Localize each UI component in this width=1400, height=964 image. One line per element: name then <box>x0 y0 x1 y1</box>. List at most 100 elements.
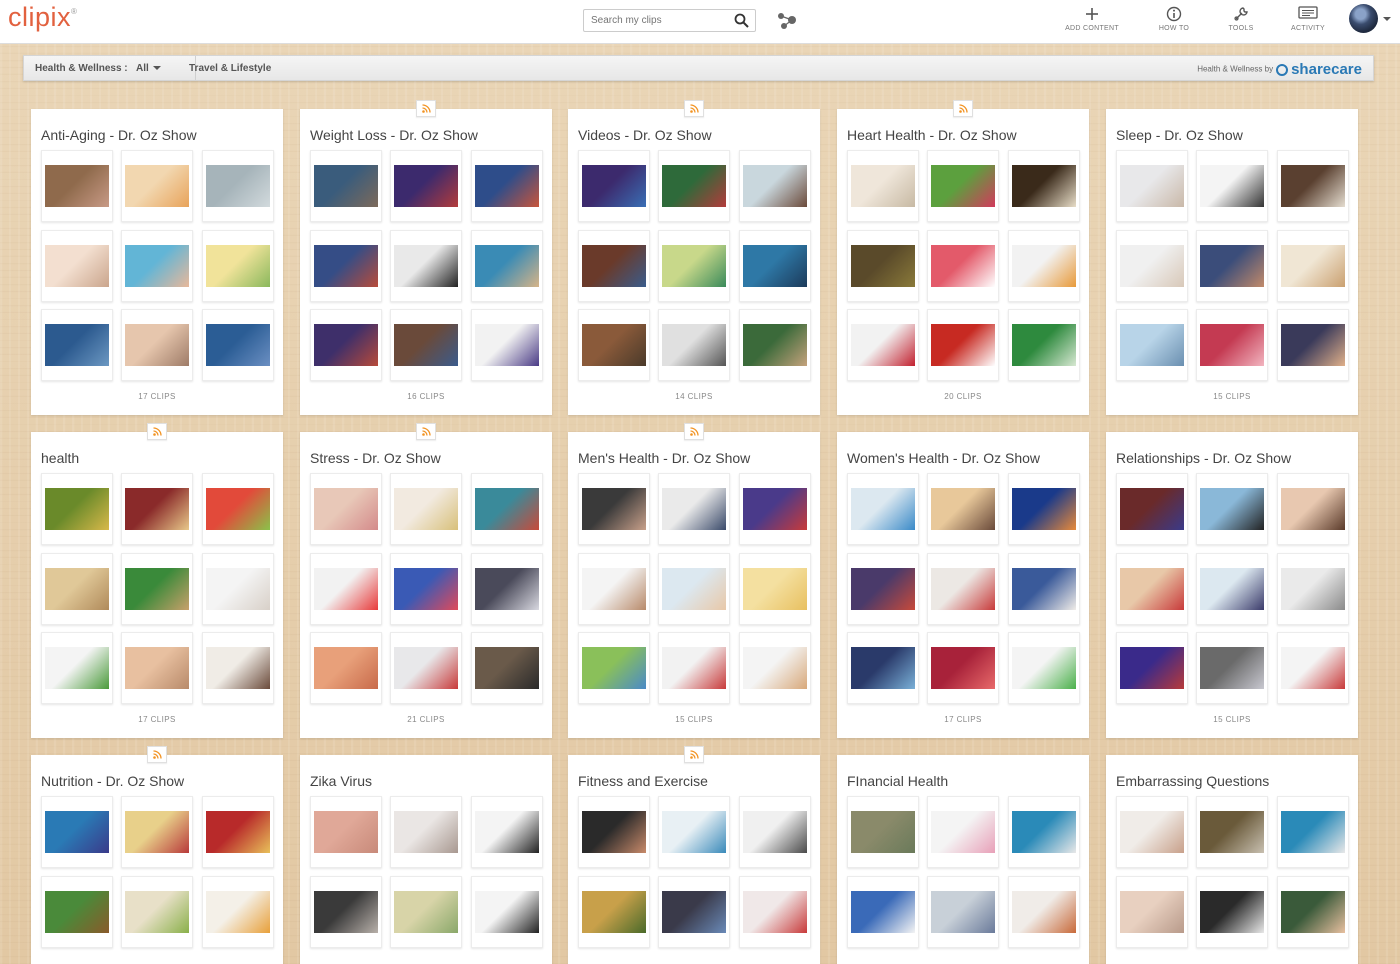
clip-thumbnail[interactable] <box>121 309 193 381</box>
clip-thumbnail[interactable] <box>739 876 811 948</box>
clip-thumbnail[interactable] <box>310 309 382 381</box>
clip-thumbnail[interactable] <box>121 876 193 948</box>
board-title[interactable]: Anti-Aging - Dr. Oz Show <box>41 127 197 143</box>
clip-thumbnail[interactable] <box>658 230 730 302</box>
clip-thumbnail[interactable] <box>739 230 811 302</box>
clip-thumbnail[interactable] <box>847 796 919 868</box>
clip-thumbnail[interactable] <box>578 309 650 381</box>
clip-thumbnail[interactable] <box>578 553 650 625</box>
clip-thumbnail[interactable] <box>471 473 543 545</box>
clip-thumbnail[interactable] <box>202 876 274 948</box>
clip-thumbnail[interactable] <box>1116 309 1188 381</box>
clip-thumbnail[interactable] <box>471 876 543 948</box>
clip-thumbnail[interactable] <box>847 309 919 381</box>
clip-thumbnail[interactable] <box>41 473 113 545</box>
clip-thumbnail[interactable] <box>1277 150 1349 222</box>
clip-thumbnail[interactable] <box>658 150 730 222</box>
clip-thumbnail[interactable] <box>1196 473 1268 545</box>
board-title[interactable]: Relationships - Dr. Oz Show <box>1116 450 1291 466</box>
board-title[interactable]: Stress - Dr. Oz Show <box>310 450 441 466</box>
clip-thumbnail[interactable] <box>310 796 382 868</box>
clip-thumbnail[interactable] <box>739 553 811 625</box>
clip-thumbnail[interactable] <box>927 632 999 704</box>
board-title[interactable]: Videos - Dr. Oz Show <box>578 127 712 143</box>
clip-thumbnail[interactable] <box>390 473 462 545</box>
clip-thumbnail[interactable] <box>121 150 193 222</box>
clip-thumbnail[interactable] <box>121 230 193 302</box>
category-filter-dropdown[interactable]: All <box>136 63 161 74</box>
board-title[interactable]: health <box>41 450 79 466</box>
rss-feed-button[interactable] <box>684 100 704 117</box>
chevron-down-icon[interactable] <box>1383 17 1391 21</box>
clip-thumbnail[interactable] <box>739 796 811 868</box>
clip-thumbnail[interactable] <box>1196 230 1268 302</box>
clip-thumbnail[interactable] <box>202 553 274 625</box>
board-card[interactable]: Heart Health - Dr. Oz Show 20 CLIPS <box>837 100 1089 415</box>
clip-thumbnail[interactable] <box>739 632 811 704</box>
activity-button[interactable]: ACTIVITY <box>1273 6 1343 40</box>
clip-thumbnail[interactable] <box>41 632 113 704</box>
board-card[interactable]: Women's Health - Dr. Oz Show 17 CLIPS <box>837 432 1089 738</box>
clip-thumbnail[interactable] <box>927 150 999 222</box>
clip-thumbnail[interactable] <box>390 553 462 625</box>
clip-thumbnail[interactable] <box>310 632 382 704</box>
clip-thumbnail[interactable] <box>202 796 274 868</box>
clip-thumbnail[interactable] <box>121 632 193 704</box>
clip-thumbnail[interactable] <box>1277 309 1349 381</box>
clip-thumbnail[interactable] <box>41 796 113 868</box>
clip-thumbnail[interactable] <box>1008 796 1080 868</box>
clip-thumbnail[interactable] <box>121 796 193 868</box>
rss-feed-button[interactable] <box>684 746 704 763</box>
board-card[interactable]: Fitness and Exercise <box>568 746 820 964</box>
clip-thumbnail[interactable] <box>927 876 999 948</box>
clip-thumbnail[interactable] <box>202 230 274 302</box>
clip-thumbnail[interactable] <box>1196 796 1268 868</box>
board-title[interactable]: Fitness and Exercise <box>578 773 708 789</box>
clip-thumbnail[interactable] <box>927 309 999 381</box>
clip-thumbnail[interactable] <box>41 230 113 302</box>
clip-thumbnail[interactable] <box>1008 473 1080 545</box>
clip-thumbnail[interactable] <box>1196 309 1268 381</box>
clip-thumbnail[interactable] <box>1277 796 1349 868</box>
clip-thumbnail[interactable] <box>658 553 730 625</box>
clip-thumbnail[interactable] <box>578 632 650 704</box>
clip-thumbnail[interactable] <box>471 230 543 302</box>
rss-feed-button[interactable] <box>147 746 167 763</box>
board-card[interactable]: Relationships - Dr. Oz Show 15 CLIPS <box>1106 432 1358 738</box>
board-card[interactable]: Stress - Dr. Oz Show 21 CLIPS <box>300 423 552 738</box>
clip-thumbnail[interactable] <box>847 876 919 948</box>
clip-thumbnail[interactable] <box>310 230 382 302</box>
clip-thumbnail[interactable] <box>202 150 274 222</box>
clip-thumbnail[interactable] <box>1277 230 1349 302</box>
clip-thumbnail[interactable] <box>658 876 730 948</box>
avatar[interactable] <box>1349 4 1378 33</box>
clip-thumbnail[interactable] <box>202 632 274 704</box>
rss-feed-button[interactable] <box>416 423 436 440</box>
search-input[interactable] <box>584 10 724 31</box>
clip-thumbnail[interactable] <box>390 309 462 381</box>
clip-thumbnail[interactable] <box>390 632 462 704</box>
clip-thumbnail[interactable] <box>310 473 382 545</box>
clip-thumbnail[interactable] <box>578 473 650 545</box>
clip-thumbnail[interactable] <box>847 150 919 222</box>
clip-thumbnail[interactable] <box>310 876 382 948</box>
board-card[interactable]: health 17 CLIPS <box>31 423 283 738</box>
board-card[interactable]: FInancial Health <box>837 755 1089 964</box>
clip-thumbnail[interactable] <box>41 150 113 222</box>
board-title[interactable]: Men's Health - Dr. Oz Show <box>578 450 750 466</box>
board-title[interactable]: FInancial Health <box>847 773 948 789</box>
board-title[interactable]: Women's Health - Dr. Oz Show <box>847 450 1040 466</box>
clip-thumbnail[interactable] <box>1008 553 1080 625</box>
search-icon[interactable] <box>734 13 749 33</box>
clip-thumbnail[interactable] <box>658 309 730 381</box>
clip-thumbnail[interactable] <box>310 150 382 222</box>
clip-thumbnail[interactable] <box>1196 150 1268 222</box>
clip-thumbnail[interactable] <box>121 473 193 545</box>
clip-thumbnail[interactable] <box>1116 632 1188 704</box>
clip-thumbnail[interactable] <box>658 632 730 704</box>
clip-thumbnail[interactable] <box>1008 632 1080 704</box>
clip-thumbnail[interactable] <box>121 553 193 625</box>
clip-thumbnail[interactable] <box>1116 796 1188 868</box>
rss-feed-button[interactable] <box>684 423 704 440</box>
board-title[interactable]: Heart Health - Dr. Oz Show <box>847 127 1017 143</box>
